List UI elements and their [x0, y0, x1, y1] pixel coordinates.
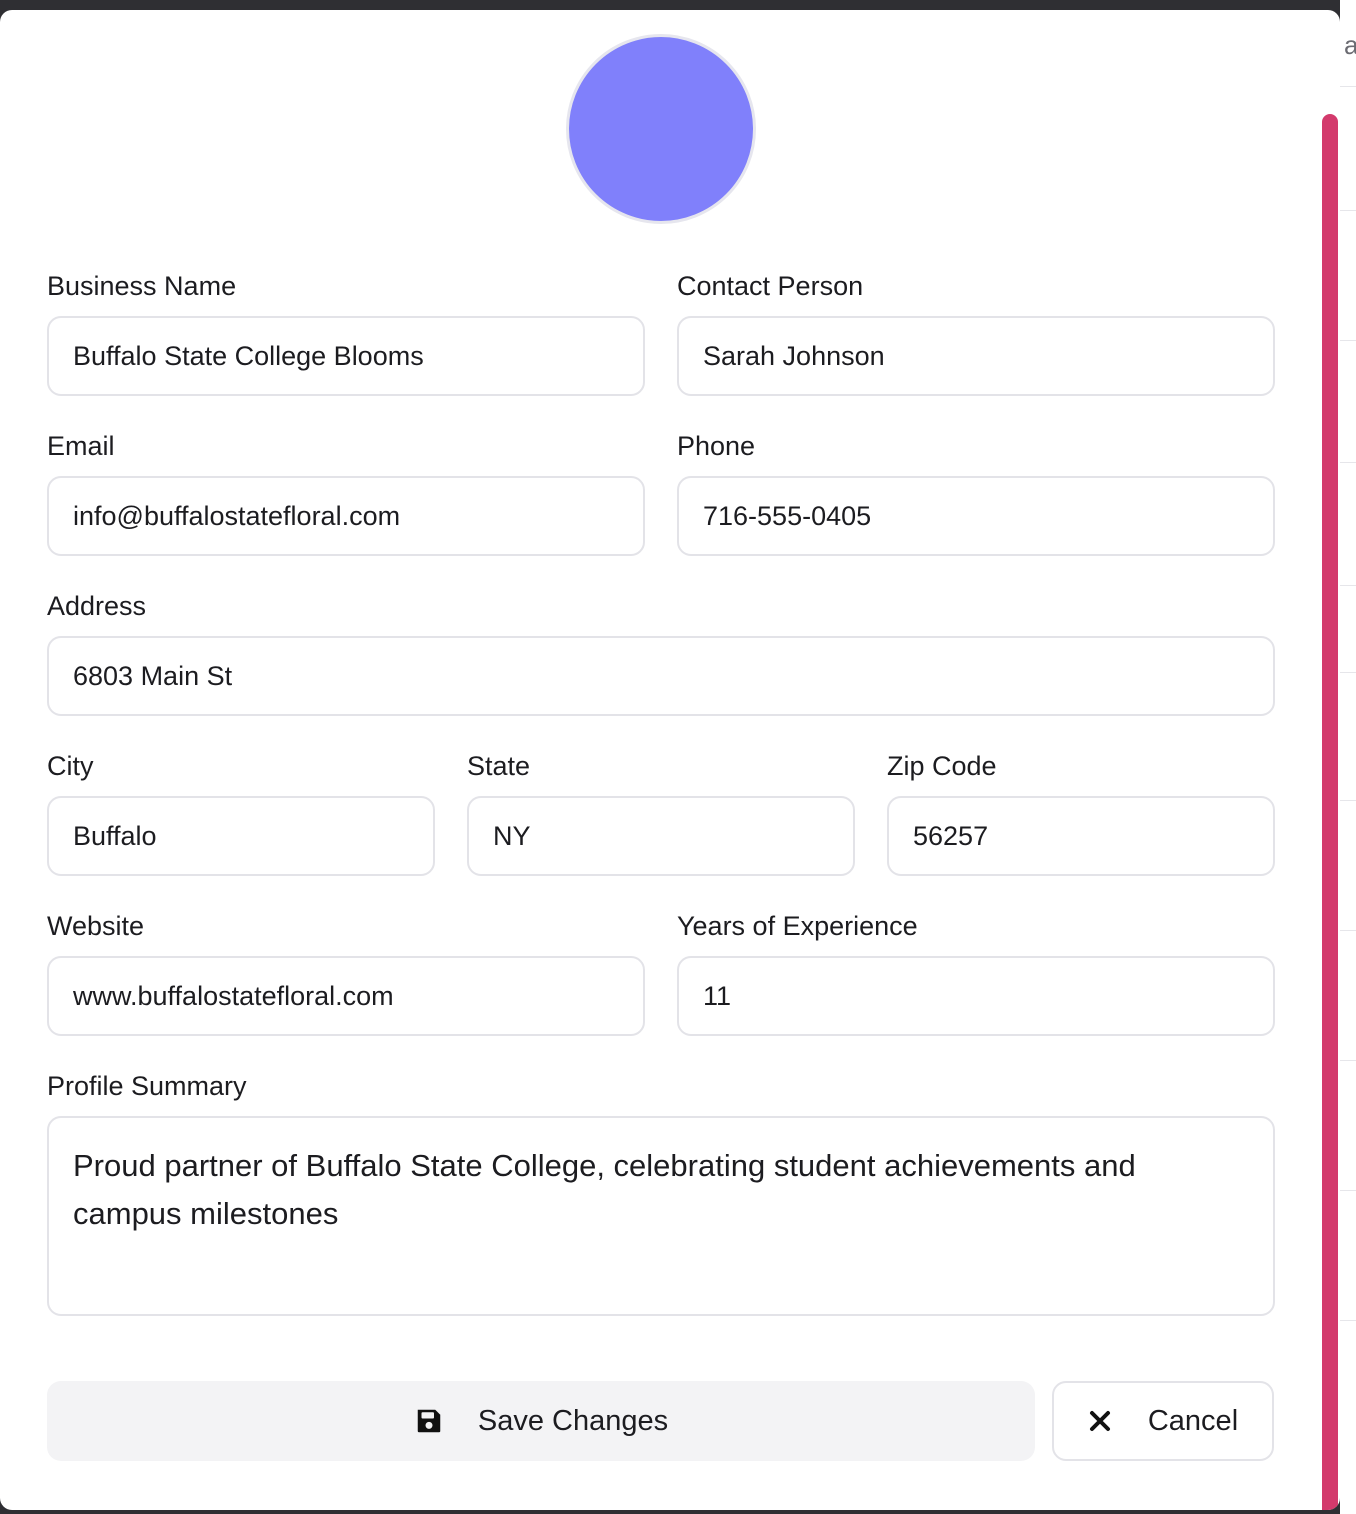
profile-summary-field: Profile Summary Proud partner of Buffalo…	[47, 1068, 1275, 1316]
phone-field: Phone	[677, 428, 1275, 556]
edit-profile-modal: Business Name Contact Person Email Phone…	[0, 10, 1340, 1510]
background-divider	[1340, 1320, 1356, 1321]
contact-person-field: Contact Person	[677, 268, 1275, 396]
contact-person-label: Contact Person	[677, 271, 864, 301]
website-field: Website	[47, 908, 645, 1036]
background-divider	[1340, 930, 1356, 931]
zip-code-input[interactable]	[887, 796, 1275, 876]
background-divider	[1340, 86, 1356, 87]
save-changes-button[interactable]: Save Changes	[47, 1381, 1035, 1461]
scrollbar-thumb[interactable]	[1322, 114, 1338, 1510]
profile-summary-label: Profile Summary	[47, 1071, 247, 1101]
background-divider	[1340, 800, 1356, 801]
email-input[interactable]	[47, 476, 645, 556]
background-divider	[1340, 672, 1356, 673]
background-divider	[1340, 1190, 1356, 1191]
avatar[interactable]	[566, 34, 756, 224]
email-field: Email	[47, 428, 645, 556]
close-icon	[1088, 1409, 1112, 1433]
address-field: Address	[47, 588, 1275, 716]
background-divider	[1340, 585, 1356, 586]
business-name-label: Business Name	[47, 271, 237, 301]
email-label: Email	[47, 431, 115, 461]
state-field: State	[467, 748, 855, 876]
background-divider	[1340, 210, 1356, 211]
city-field: City	[47, 748, 435, 876]
address-label: Address	[47, 591, 147, 621]
background-divider	[1340, 462, 1356, 463]
background-divider	[1340, 1060, 1356, 1061]
years-experience-input[interactable]	[677, 956, 1275, 1036]
website-input[interactable]	[47, 956, 645, 1036]
city-label: City	[47, 751, 94, 781]
background-page-strip: ai	[1340, 0, 1356, 1514]
zip-code-label: Zip Code	[887, 751, 997, 781]
phone-label: Phone	[677, 431, 756, 461]
years-experience-label: Years of Experience	[677, 911, 918, 941]
background-divider	[1340, 340, 1356, 341]
cancel-button[interactable]: Cancel	[1052, 1381, 1274, 1461]
business-name-field: Business Name	[47, 268, 645, 396]
business-name-input[interactable]	[47, 316, 645, 396]
phone-input[interactable]	[677, 476, 1275, 556]
address-input[interactable]	[47, 636, 1275, 716]
contact-person-input[interactable]	[677, 316, 1275, 396]
state-label: State	[467, 751, 531, 781]
background-partial-glyph: ai	[1344, 30, 1356, 60]
floppy-disk-icon	[414, 1406, 444, 1436]
profile-summary-textarea[interactable]: Proud partner of Buffalo State College, …	[47, 1116, 1275, 1316]
website-label: Website	[47, 911, 145, 941]
state-input[interactable]	[467, 796, 855, 876]
zip-code-field: Zip Code	[887, 748, 1275, 876]
save-changes-label: Save Changes	[477, 1404, 669, 1437]
years-experience-field: Years of Experience	[677, 908, 1275, 1036]
cancel-label: Cancel	[1147, 1404, 1239, 1437]
city-input[interactable]	[47, 796, 435, 876]
